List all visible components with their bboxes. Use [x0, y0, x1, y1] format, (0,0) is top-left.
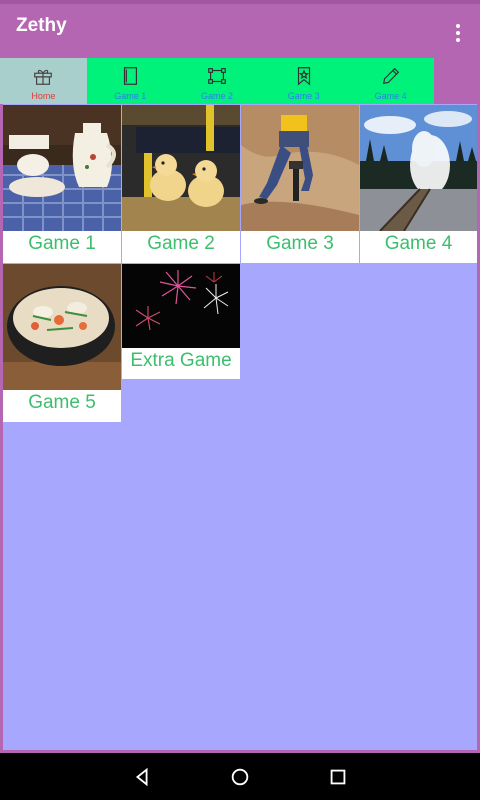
tab-label: Game 4: [374, 91, 407, 101]
gift-icon: [34, 69, 53, 85]
game-card-extra[interactable]: Extra Game: [122, 264, 240, 379]
game-card-2[interactable]: Game 2: [122, 105, 240, 263]
home-circle-icon: [231, 768, 249, 785]
crop-frame-icon: [208, 68, 226, 84]
tab-home[interactable]: Home: [0, 58, 87, 104]
pencil-icon: [382, 67, 399, 85]
game-card-3[interactable]: Game 3: [241, 105, 359, 263]
home-button[interactable]: [227, 764, 253, 790]
chicks-photo: [122, 105, 240, 231]
tab-game-4[interactable]: Game 4: [347, 58, 434, 104]
tab-label: Game 1: [114, 91, 147, 101]
game-card-label: Game 5: [28, 392, 96, 413]
tab-game-1[interactable]: Game 1: [87, 58, 174, 104]
tab-game-3[interactable]: Game 3: [260, 58, 347, 104]
geyser-boardwalk-photo: [360, 105, 477, 231]
game-card-label: Extra Game: [130, 350, 232, 371]
tab-label: Home: [31, 91, 56, 101]
app-bar: Zethy: [0, 4, 480, 58]
tea-set-photo: [3, 105, 121, 231]
game-card-4[interactable]: Game 4: [360, 105, 477, 263]
game-card-label: Game 4: [384, 233, 453, 254]
tab-game-2[interactable]: Game 2: [174, 58, 261, 104]
back-icon: [135, 767, 148, 786]
recents-icon: [330, 769, 346, 784]
noodle-soup-photo: [3, 264, 121, 390]
worker-jackhammer-photo: [241, 105, 359, 231]
game-grid: Game 1 Game 2 Game 3 Game 4 Game 5 Extra…: [0, 104, 480, 752]
overflow-menu-icon[interactable]: [446, 18, 470, 48]
app-title: Zethy: [16, 15, 67, 36]
system-nav-bar: [0, 753, 480, 800]
game-card-label: Game 2: [147, 233, 215, 254]
bookmark-star-icon: [297, 67, 310, 86]
game-card-label: Game 1: [28, 233, 96, 254]
tab-label: Game 3: [287, 91, 320, 101]
fireworks-photo: [122, 264, 240, 348]
game-card-5[interactable]: Game 5: [3, 264, 121, 422]
book-icon: [124, 67, 138, 85]
tab-bar: Home Game 1 Game 2 Game 3 Game 4: [0, 58, 434, 104]
tab-label: Game 2: [200, 91, 233, 101]
recents-button[interactable]: [325, 764, 351, 790]
game-card-label: Game 3: [266, 233, 334, 254]
back-button[interactable]: [129, 764, 155, 790]
game-card-1[interactable]: Game 1: [3, 105, 121, 263]
